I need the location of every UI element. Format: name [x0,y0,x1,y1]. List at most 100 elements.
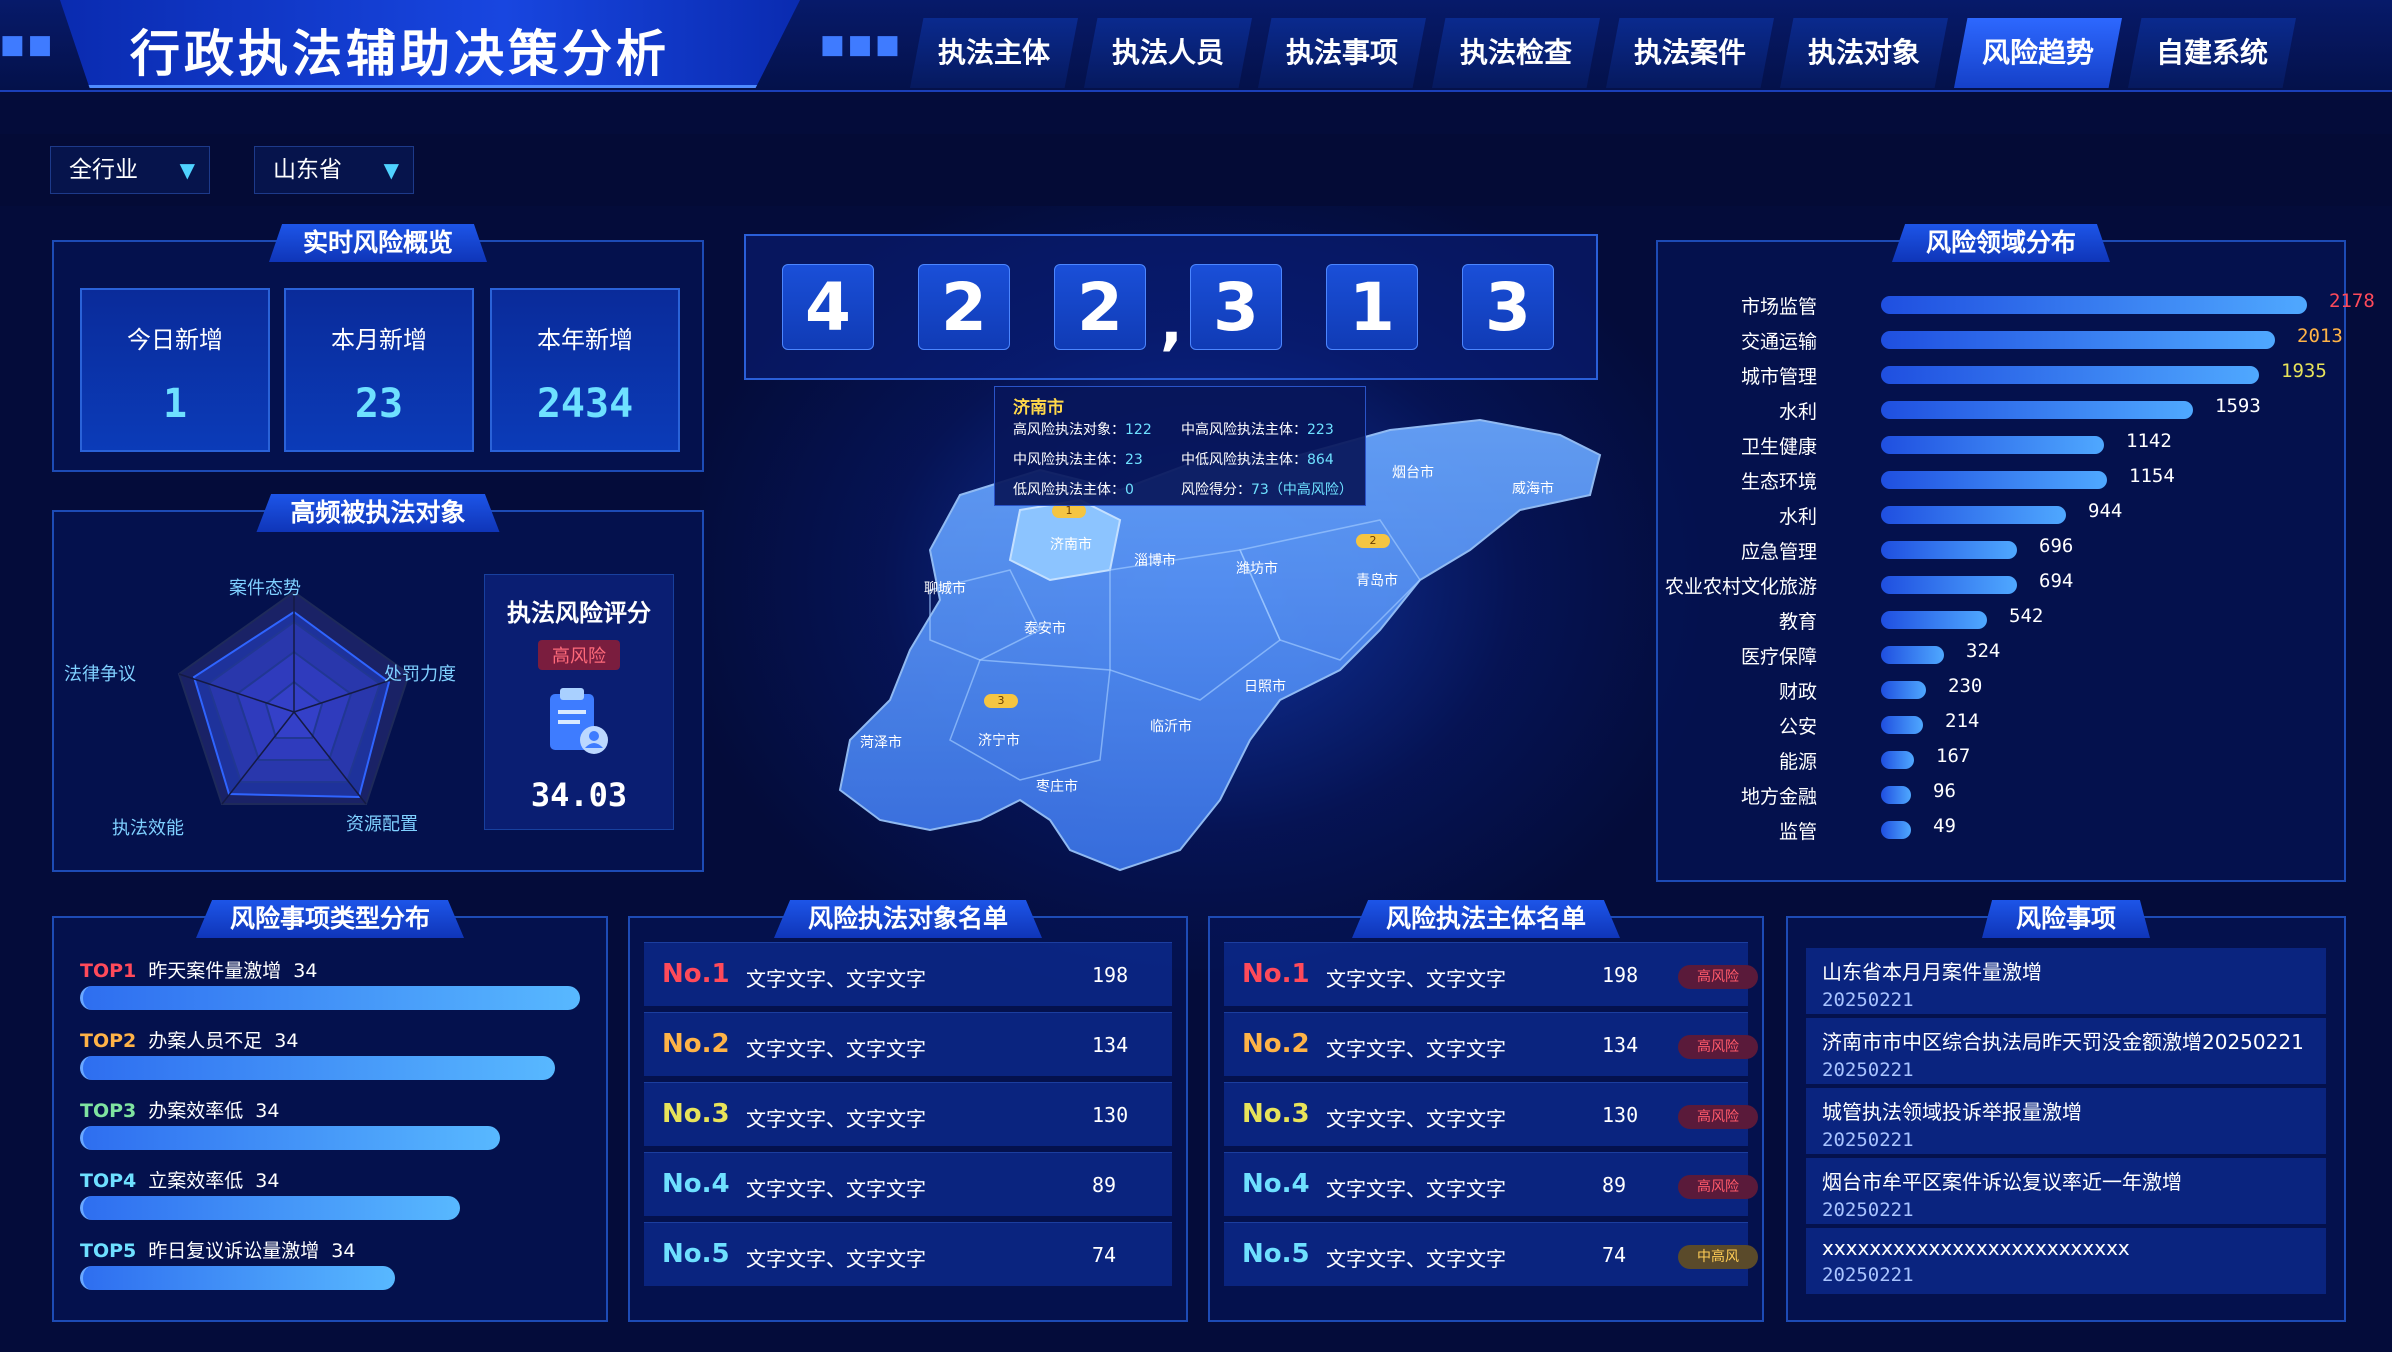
city-label: 枣庄市 [1036,779,1078,795]
tab-zhifa-duixiang[interactable]: 执法对象 [1780,18,1948,88]
industry-select[interactable]: 全行业 ▼ [50,146,210,194]
domain-label: 城市管理 [1740,366,1817,388]
list-item[interactable]: No.2 文字文字、文字文字 134 高风险 [1224,1012,1758,1076]
list-item[interactable]: No.5 文字文字、文字文字 74 中高风 [1224,1222,1758,1286]
domain-bar-row: 市场监管 2178 [1658,290,2375,318]
domain-bar [1881,576,2017,594]
city-label: 青岛市 [1356,573,1398,589]
map-pin[interactable]: 3 [984,694,1018,708]
risk-level-badge: 高风险 [1678,1035,1758,1059]
tooltip-line: 中风险执法主体：23 [1013,449,1143,469]
tab-zhifa-jiancha[interactable]: 执法检查 [1432,18,1600,88]
list-item[interactable]: No.3 文字文字、文字文字 130 [644,1082,1172,1146]
counter-digit: 1 [1326,264,1418,350]
risk-event-item[interactable]: 城管执法领域投诉举报量激增 20250221 [1806,1088,2326,1154]
map-tooltip: 济南市 高风险执法对象：122 中高风险执法主体：223 中风险执法主体：23 … [994,386,1366,506]
domain-bar-row: 财政 230 [1658,675,2344,703]
risk-type-text: TOP5 昨日复议诉讼量激增 34 [80,1236,580,1263]
risk-type-bar [80,1126,500,1150]
stat-value: 1 [162,381,188,427]
tab-zijian-xitong[interactable]: 自建系统 [2128,18,2296,88]
tab-zhifa-zhuti[interactable]: 执法主体 [910,18,1078,88]
stat-label: 本年新增 [537,326,633,354]
risk-type-item: TOP4 立案效率低 34 [80,1166,580,1226]
risk-type-value: 34 [255,1100,280,1122]
tooltip-value: 0 [1125,482,1134,498]
domain-bar [1881,821,1911,839]
map-pin[interactable]: 2 [1356,534,1390,548]
event-text: 山东省本月月案件量激增 [1822,960,2042,984]
tooltip-label: 高风险执法对象： [1013,422,1125,438]
counter-digit: 4 [782,264,874,350]
tooltip-line: 中高风险执法主体：223 [1181,419,1334,439]
event-date: 20250221 [1822,1264,1914,1286]
rank-number: No.2 [1242,1029,1310,1059]
tooltip-value: 122 [1125,422,1152,438]
domain-value: 694 [2039,570,2074,592]
domain-value: 1154 [2129,465,2175,487]
domain-label: 地方金融 [1740,786,1817,808]
object-count: 74 [1092,1243,1117,1267]
counter-digit: 2 [1054,264,1146,350]
risk-event-item[interactable]: xxxxxxxxxxxxxxxxxxxxxxxxxx 20250221 [1806,1228,2326,1294]
risk-domain-title: 风险领域分布 [1891,224,2111,262]
radar-title: 高频被执法对象 [256,494,500,532]
domain-bar-row: 医疗保障 324 [1658,640,2344,668]
stat-value: 2434 [536,381,634,427]
risk-type-rank: TOP2 [80,1030,137,1052]
risk-type-value: 34 [255,1170,280,1192]
risk-type-item: TOP1 昨天案件量激增 34 [80,956,580,1016]
domain-bar [1881,506,2066,524]
tooltip-label: 风险得分： [1181,482,1251,498]
list-item[interactable]: No.3 文字文字、文字文字 130 高风险 [1224,1082,1758,1146]
list-item[interactable]: No.1 文字文字、文字文字 198 高风险 [1224,942,1758,1006]
risk-event-item[interactable]: 烟台市牟平区案件诉讼复议率近一年激增 20250221 [1806,1158,2326,1224]
domain-bar-row: 交通运输 2013 [1658,325,2344,353]
score-level-badge: 高风险 [538,640,620,670]
domain-label: 公安 [1778,716,1817,738]
risk-level-badge: 高风险 [1678,965,1758,989]
domain-value: 167 [1936,745,1971,767]
risk-type-title: 风险事项类型分布 [195,900,465,938]
rank-number: No.2 [662,1029,730,1059]
domain-label: 水利 [1778,401,1817,423]
tab-zhifa-renyuan[interactable]: 执法人员 [1084,18,1252,88]
risk-level-badge: 高风险 [1678,1105,1758,1129]
domain-label: 农业农村文化旅游 [1664,576,1817,598]
counter-digit: 3 [1462,264,1554,350]
list-item[interactable]: No.4 文字文字、文字文字 89 [644,1152,1172,1216]
object-name: 文字文字、文字文字 [746,1247,926,1271]
risk-objects-title: 风险执法对象名单 [773,900,1043,938]
stat-year: 本年新增 2434 [490,288,680,452]
tab-fengxian-qushi[interactable]: 风险趋势 [1954,18,2122,88]
city-label: 日照市 [1244,679,1286,695]
region-select[interactable]: 山东省 ▼ [254,146,414,194]
list-item[interactable]: No.4 文字文字、文字文字 89 高风险 [1224,1152,1758,1216]
map-pin[interactable]: 1 [1052,504,1086,518]
tooltip-label: 中高风险执法主体： [1181,422,1307,438]
domain-value: 1593 [2215,395,2261,417]
domain-label: 监管 [1778,821,1817,843]
counter-digit: 2 [918,264,1010,350]
domain-value: 1142 [2126,430,2172,452]
tooltip-city: 济南市 [1013,398,1064,418]
list-item[interactable]: No.1 文字文字、文字文字 198 [644,942,1172,1006]
rank-number: No.5 [1242,1239,1310,1269]
domain-value: 49 [1933,815,1956,837]
tooltip-label: 中低风险执法主体： [1181,452,1307,468]
object-count: 130 [1092,1103,1129,1127]
object-name: 文字文字、文字文字 [746,1037,926,1061]
risk-type-value: 34 [293,960,318,982]
risk-level-badge: 中高风 [1678,1245,1758,1269]
subject-count: 89 [1602,1173,1627,1197]
domain-bar [1881,436,2104,454]
tab-zhifa-anjian[interactable]: 执法案件 [1606,18,1774,88]
domain-bar [1881,646,1944,664]
risk-event-item[interactable]: 济南市市中区综合执法局昨天罚没金额激增20250221 20250221 [1806,1018,2326,1084]
risk-event-item[interactable]: 山东省本月月案件量激增 20250221 [1806,948,2326,1014]
list-item[interactable]: No.2 文字文字、文字文字 134 [644,1012,1172,1076]
event-text: xxxxxxxxxxxxxxxxxxxxxxxxxx [1822,1236,2130,1260]
risk-type-text: TOP2 办案人员不足 34 [80,1026,580,1053]
tab-zhifa-shixiang[interactable]: 执法事项 [1258,18,1426,88]
list-item[interactable]: No.5 文字文字、文字文字 74 [644,1222,1172,1286]
